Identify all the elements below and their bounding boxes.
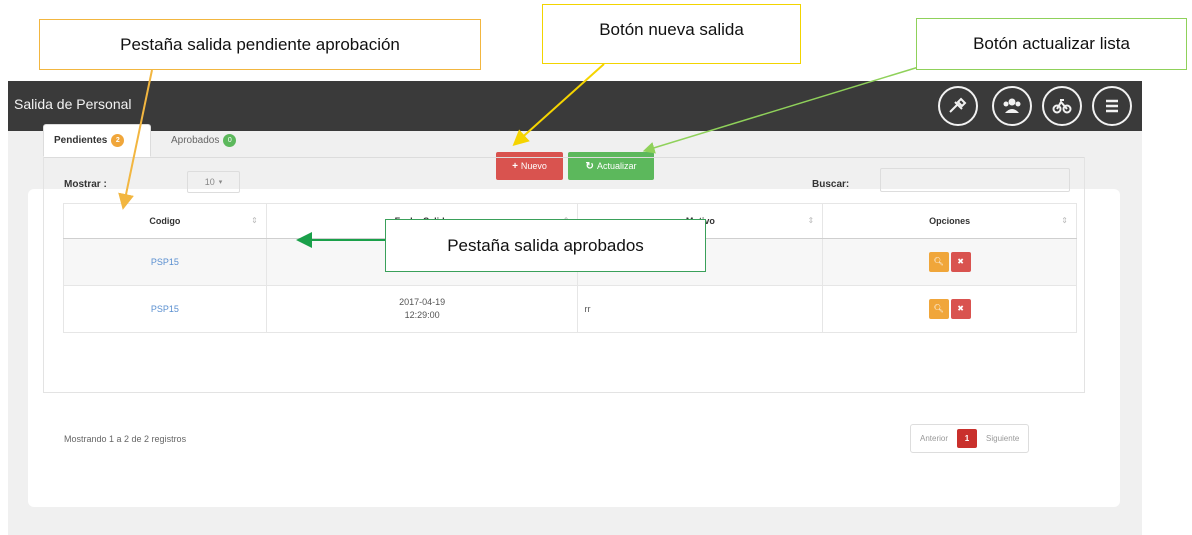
row-code[interactable]: PSP15	[63, 238, 267, 286]
menu-icon[interactable]	[1092, 86, 1132, 126]
delete-button[interactable]: ✖	[950, 299, 971, 319]
show-entries-select[interactable]: 10 ▾	[187, 171, 240, 193]
callout-approved-tab: Pestaña salida aprobados	[385, 219, 706, 272]
callout-pending-tab: Pestaña salida pendiente aprobación	[39, 19, 481, 70]
show-entries-label: Mostrar :	[64, 179, 107, 190]
sort-icon: ⇕	[1061, 216, 1068, 225]
show-entries-value: 10	[204, 177, 215, 187]
column-header-opciones[interactable]: Opciones ⇕	[822, 203, 1077, 239]
table-info: Mostrando 1 a 2 de 2 registros	[64, 434, 187, 444]
row-options: 🔍︎ ✖	[822, 285, 1077, 333]
row-date-cell: 2017-04-19 12:29:00	[265, 285, 579, 333]
search-label: Buscar:	[812, 179, 850, 190]
view-button[interactable]: 🔍︎	[928, 252, 949, 272]
search-input[interactable]	[880, 168, 1070, 192]
delete-button[interactable]: ✖	[950, 252, 971, 272]
tab-pendientes[interactable]: Pendientes 2	[43, 124, 151, 157]
approved-count-badge: 0	[223, 134, 237, 147]
tab-pendientes-label: Pendientes	[54, 135, 108, 146]
chevron-down-icon: ▾	[218, 179, 223, 186]
tab-aprobados-label: Aprobados	[171, 135, 220, 146]
pagination: Anterior 1 Siguiente	[910, 424, 1030, 453]
tab-aprobados[interactable]: Aprobados 0	[161, 124, 251, 157]
column-header-codigo-label: Codigo	[149, 216, 181, 226]
tools-icon[interactable]	[938, 86, 978, 126]
row-reason: rr	[577, 285, 824, 333]
app-title: Salida de Personal	[14, 96, 132, 112]
row-time: 12:29:00	[404, 310, 440, 320]
search-icon: 🔍︎	[933, 257, 944, 266]
close-icon: ✖	[957, 304, 964, 313]
table-row: PSP15 2017-04-19 12:29:00 rr 🔍︎ ✖	[63, 285, 1077, 333]
view-button[interactable]: 🔍︎	[928, 299, 949, 319]
pagination-prev[interactable]: Anterior	[911, 425, 957, 452]
close-icon: ✖	[957, 257, 964, 266]
column-header-codigo[interactable]: Codigo ⇕	[63, 203, 267, 239]
pagination-page[interactable]: 1	[957, 429, 978, 448]
row-date: 2017-04-19	[399, 297, 446, 307]
search-icon: 🔍︎	[933, 304, 944, 313]
callout-new-button: Botón nueva salida	[542, 4, 801, 64]
sort-icon: ⇕	[251, 216, 258, 225]
sort-icon: ⇕	[807, 216, 815, 225]
screenshot-stage: Salida de Personal + Nuevo ↻ Actualizar	[0, 0, 1192, 535]
column-header-opciones-label: Opciones	[929, 216, 971, 226]
pending-count-badge: 2	[111, 134, 125, 147]
users-icon[interactable]	[992, 86, 1032, 126]
bikes-icon[interactable]	[1042, 86, 1082, 126]
row-code[interactable]: PSP15	[63, 285, 267, 333]
row-options: 🔍︎ ✖	[822, 238, 1077, 286]
pagination-next[interactable]: Siguiente	[977, 425, 1028, 452]
callout-refresh-button: Botón actualizar lista	[916, 18, 1187, 70]
